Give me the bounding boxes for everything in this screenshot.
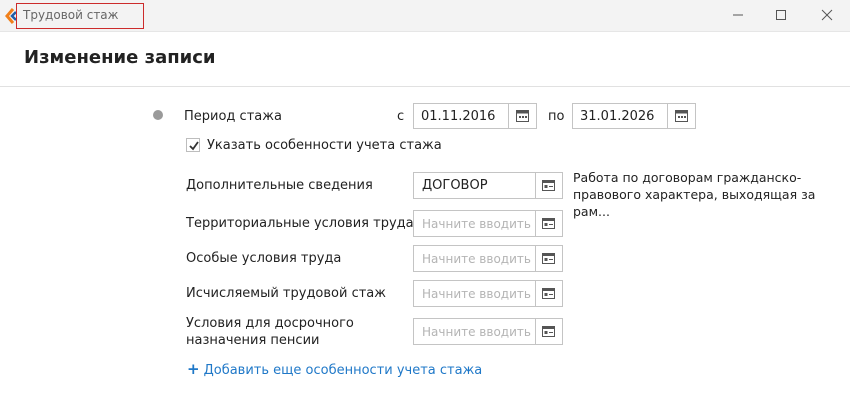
- early-pension-placeholder: Начните вводить: [422, 325, 531, 339]
- period-from-calendar-button[interactable]: [508, 104, 536, 128]
- calendar-icon: [675, 110, 688, 122]
- maximize-icon: [776, 10, 786, 20]
- calculated-experience-placeholder: Начните вводить: [422, 287, 531, 301]
- special-conditions-label: Особые условия труда: [186, 251, 342, 266]
- window-title: Трудовой стаж: [23, 8, 119, 22]
- list-picker-icon: [542, 180, 555, 191]
- special-conditions-placeholder: Начните вводить: [422, 252, 531, 266]
- calculated-experience-label: Исчисляемый трудовой стаж: [186, 286, 386, 301]
- dialog-heading: Изменение записи: [24, 47, 216, 68]
- period-from-input[interactable]: 01.11.2016: [413, 103, 537, 129]
- special-conditions-field[interactable]: Начните вводить: [413, 245, 563, 272]
- early-pension-picker-button[interactable]: [535, 319, 562, 344]
- additional-info-description: Работа по договорам гражданско-правового…: [573, 170, 816, 219]
- additional-info-field[interactable]: ДОГОВОР: [413, 172, 563, 199]
- list-picker-icon: [542, 288, 555, 299]
- list-picker-icon: [542, 218, 555, 229]
- calculated-experience-picker-button[interactable]: [535, 281, 562, 306]
- specifics-checkbox[interactable]: [186, 138, 200, 152]
- early-pension-label-line2: назначения пенсии: [186, 333, 320, 348]
- checkmark-icon: [189, 141, 199, 151]
- close-icon: [821, 9, 833, 21]
- period-to-label: по: [548, 109, 565, 124]
- special-conditions-picker-button[interactable]: [535, 246, 562, 271]
- period-from-value: 01.11.2016: [421, 109, 496, 124]
- period-to-calendar-button[interactable]: [667, 104, 695, 128]
- territorial-conditions-placeholder: Начните вводить: [422, 217, 531, 231]
- add-specifics-link-label: Добавить еще особенности учета стажа: [203, 363, 483, 378]
- territorial-conditions-field[interactable]: Начните вводить: [413, 210, 563, 237]
- period-label: Период стажа: [184, 109, 282, 124]
- calculated-experience-field[interactable]: Начните вводить: [413, 280, 563, 307]
- territorial-conditions-label: Территориальные условия труда: [186, 216, 414, 231]
- early-pension-label-line1: Условия для досрочного: [186, 316, 354, 331]
- close-button[interactable]: [812, 4, 842, 26]
- heading-divider: [0, 86, 850, 87]
- row-bullet: [153, 110, 163, 120]
- list-picker-icon: [542, 253, 555, 264]
- minimize-icon: [733, 14, 743, 16]
- period-to-value: 31.01.2026: [580, 109, 655, 124]
- add-specifics-link[interactable]: + Добавить еще особенности учета стажа: [187, 360, 482, 378]
- additional-info-value: ДОГОВОР: [422, 178, 488, 193]
- specifics-checkbox-label: Указать особенности учета стажа: [207, 138, 442, 153]
- window-titlebar: Трудовой стаж: [0, 0, 850, 32]
- period-from-label: с: [397, 109, 405, 124]
- calendar-icon: [516, 110, 529, 122]
- additional-info-picker-button[interactable]: [535, 173, 562, 198]
- territorial-conditions-picker-button[interactable]: [535, 211, 562, 236]
- early-pension-field[interactable]: Начните вводить: [413, 318, 563, 345]
- additional-info-label: Дополнительные сведения: [186, 178, 373, 193]
- minimize-button[interactable]: [723, 4, 753, 26]
- list-picker-icon: [542, 326, 555, 337]
- period-to-input[interactable]: 31.01.2026: [572, 103, 696, 129]
- maximize-button[interactable]: [766, 4, 796, 26]
- plus-icon: +: [187, 360, 200, 378]
